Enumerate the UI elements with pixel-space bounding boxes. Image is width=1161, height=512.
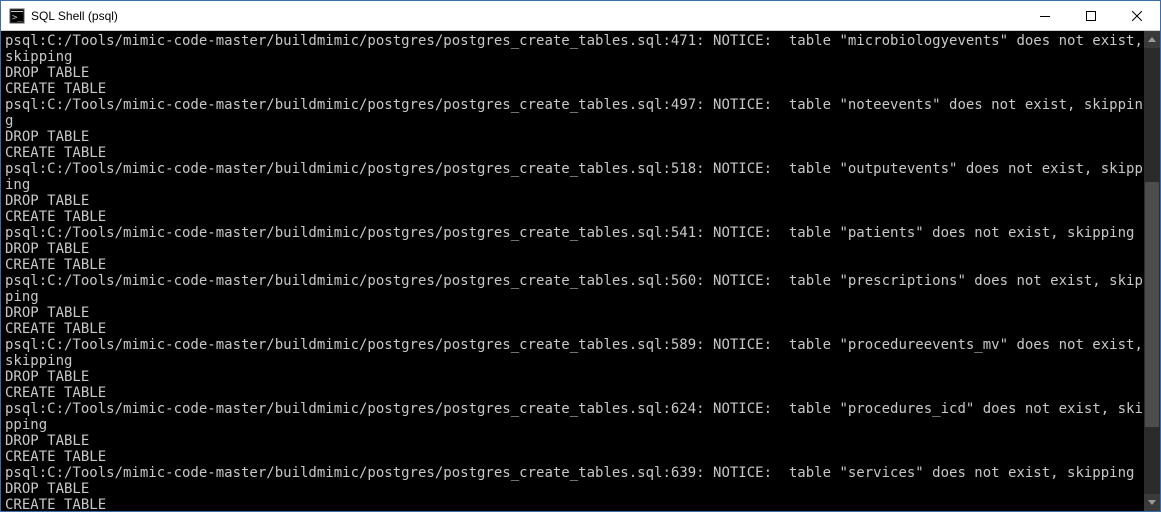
window-button-group xyxy=(1022,1,1160,30)
minimize-button[interactable] xyxy=(1022,1,1068,30)
app-icon: >_ xyxy=(9,8,25,24)
scroll-down-button[interactable] xyxy=(1144,494,1160,511)
scroll-thumb[interactable] xyxy=(1145,182,1159,427)
chevron-up-icon xyxy=(1148,37,1156,42)
console-output[interactable]: psql:C:/Tools/mimic-code-master/buildmim… xyxy=(1,31,1144,511)
titlebar[interactable]: >_ SQL Shell (psql) xyxy=(1,1,1160,31)
vertical-scrollbar[interactable] xyxy=(1144,31,1160,511)
client-area: psql:C:/Tools/mimic-code-master/buildmim… xyxy=(1,31,1160,511)
chevron-down-icon xyxy=(1148,500,1156,505)
scroll-up-button[interactable] xyxy=(1144,31,1160,48)
window-frame: >_ SQL Shell (psql) psql:C:/Tools/mimic-… xyxy=(0,0,1161,512)
maximize-button[interactable] xyxy=(1068,1,1114,30)
close-button[interactable] xyxy=(1114,1,1160,30)
window-title: SQL Shell (psql) xyxy=(31,9,1022,23)
svg-text:>_: >_ xyxy=(12,13,23,23)
